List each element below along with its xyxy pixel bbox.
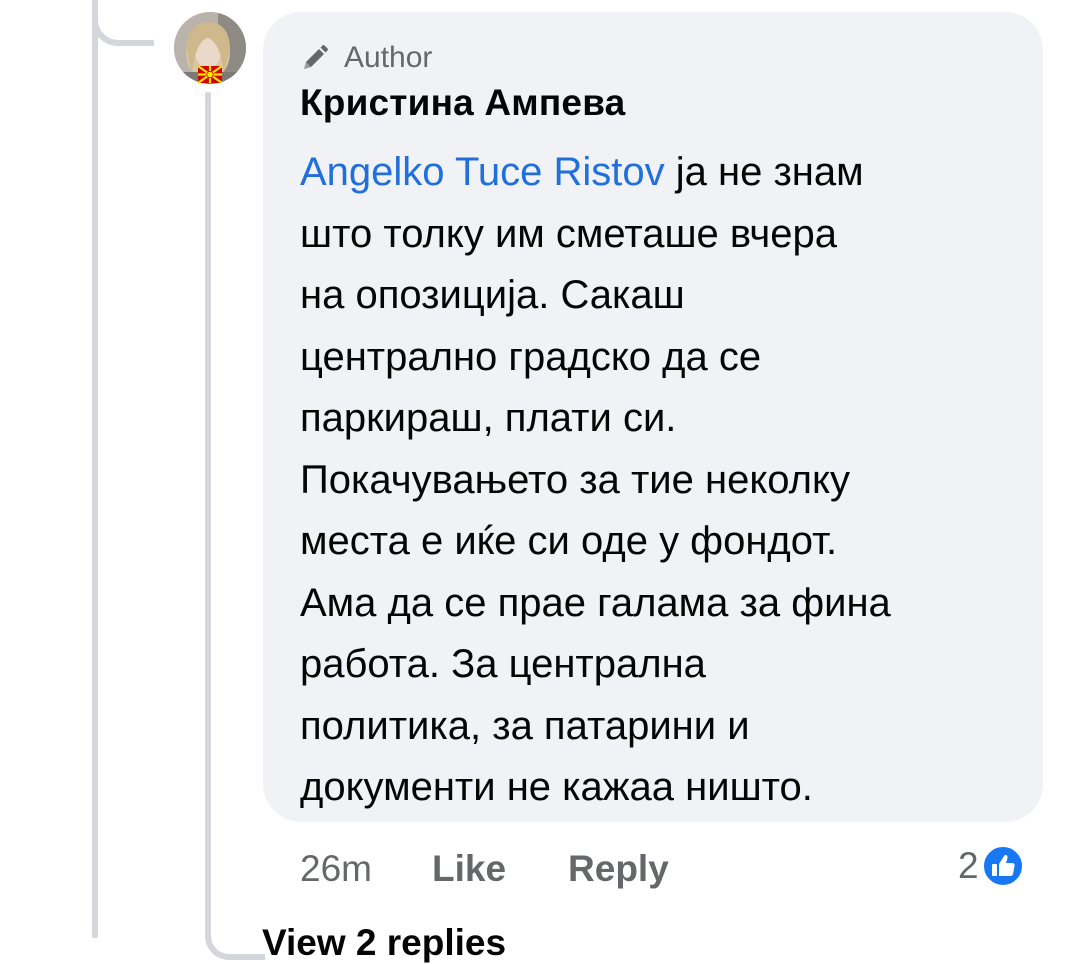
- comment-line: Angelko Tuce Ristov ја не знам: [300, 150, 864, 194]
- comment-line: што толку им сметаше вчера: [300, 211, 837, 256]
- comment-text: Angelko Tuce Ristov ја не знам што толку…: [300, 142, 1015, 819]
- comment-line: на опозиција. Сакаш: [300, 273, 685, 317]
- pencil-icon: [304, 45, 328, 69]
- thread-line-inner: [205, 92, 211, 938]
- macedonia-flag-icon: [198, 66, 222, 83]
- view-replies-link[interactable]: View 2 replies: [262, 922, 506, 964]
- like-icon: [980, 844, 1025, 888]
- thread-connector-curve: [92, 0, 154, 46]
- like-button[interactable]: Like: [432, 848, 506, 890]
- mention-link[interactable]: Angelko Tuce Ristov: [300, 150, 665, 194]
- thread-line-outer: [92, 0, 98, 938]
- comment-line: работа. За централна: [300, 642, 706, 686]
- comment-line: места е иќе си оде у фондот.: [300, 519, 838, 563]
- comment-line: паркираш, плати си.: [300, 396, 677, 440]
- comment-line: централно градско да се: [300, 334, 762, 379]
- author-badge: Author: [300, 38, 432, 78]
- reply-button[interactable]: Reply: [568, 848, 669, 890]
- comment-actions: 26m Like Reply: [300, 844, 731, 894]
- comment-line: Ама да се прае галама за фина: [300, 580, 891, 625]
- reaction-count: 2: [958, 845, 979, 886]
- comment-timestamp[interactable]: 26m: [300, 848, 372, 890]
- comment-line: Покачувањето за тие неколку: [300, 457, 850, 502]
- author-badge-label: Author: [344, 41, 433, 74]
- comment-line: документи не кажаа ништо.: [300, 765, 813, 809]
- comment-line: политика, за патарини и: [300, 703, 750, 748]
- thread-connector-replies: [205, 880, 265, 960]
- commenter-name[interactable]: Кристина Ампева: [300, 82, 625, 124]
- reaction-summary[interactable]: 2: [958, 843, 1025, 889]
